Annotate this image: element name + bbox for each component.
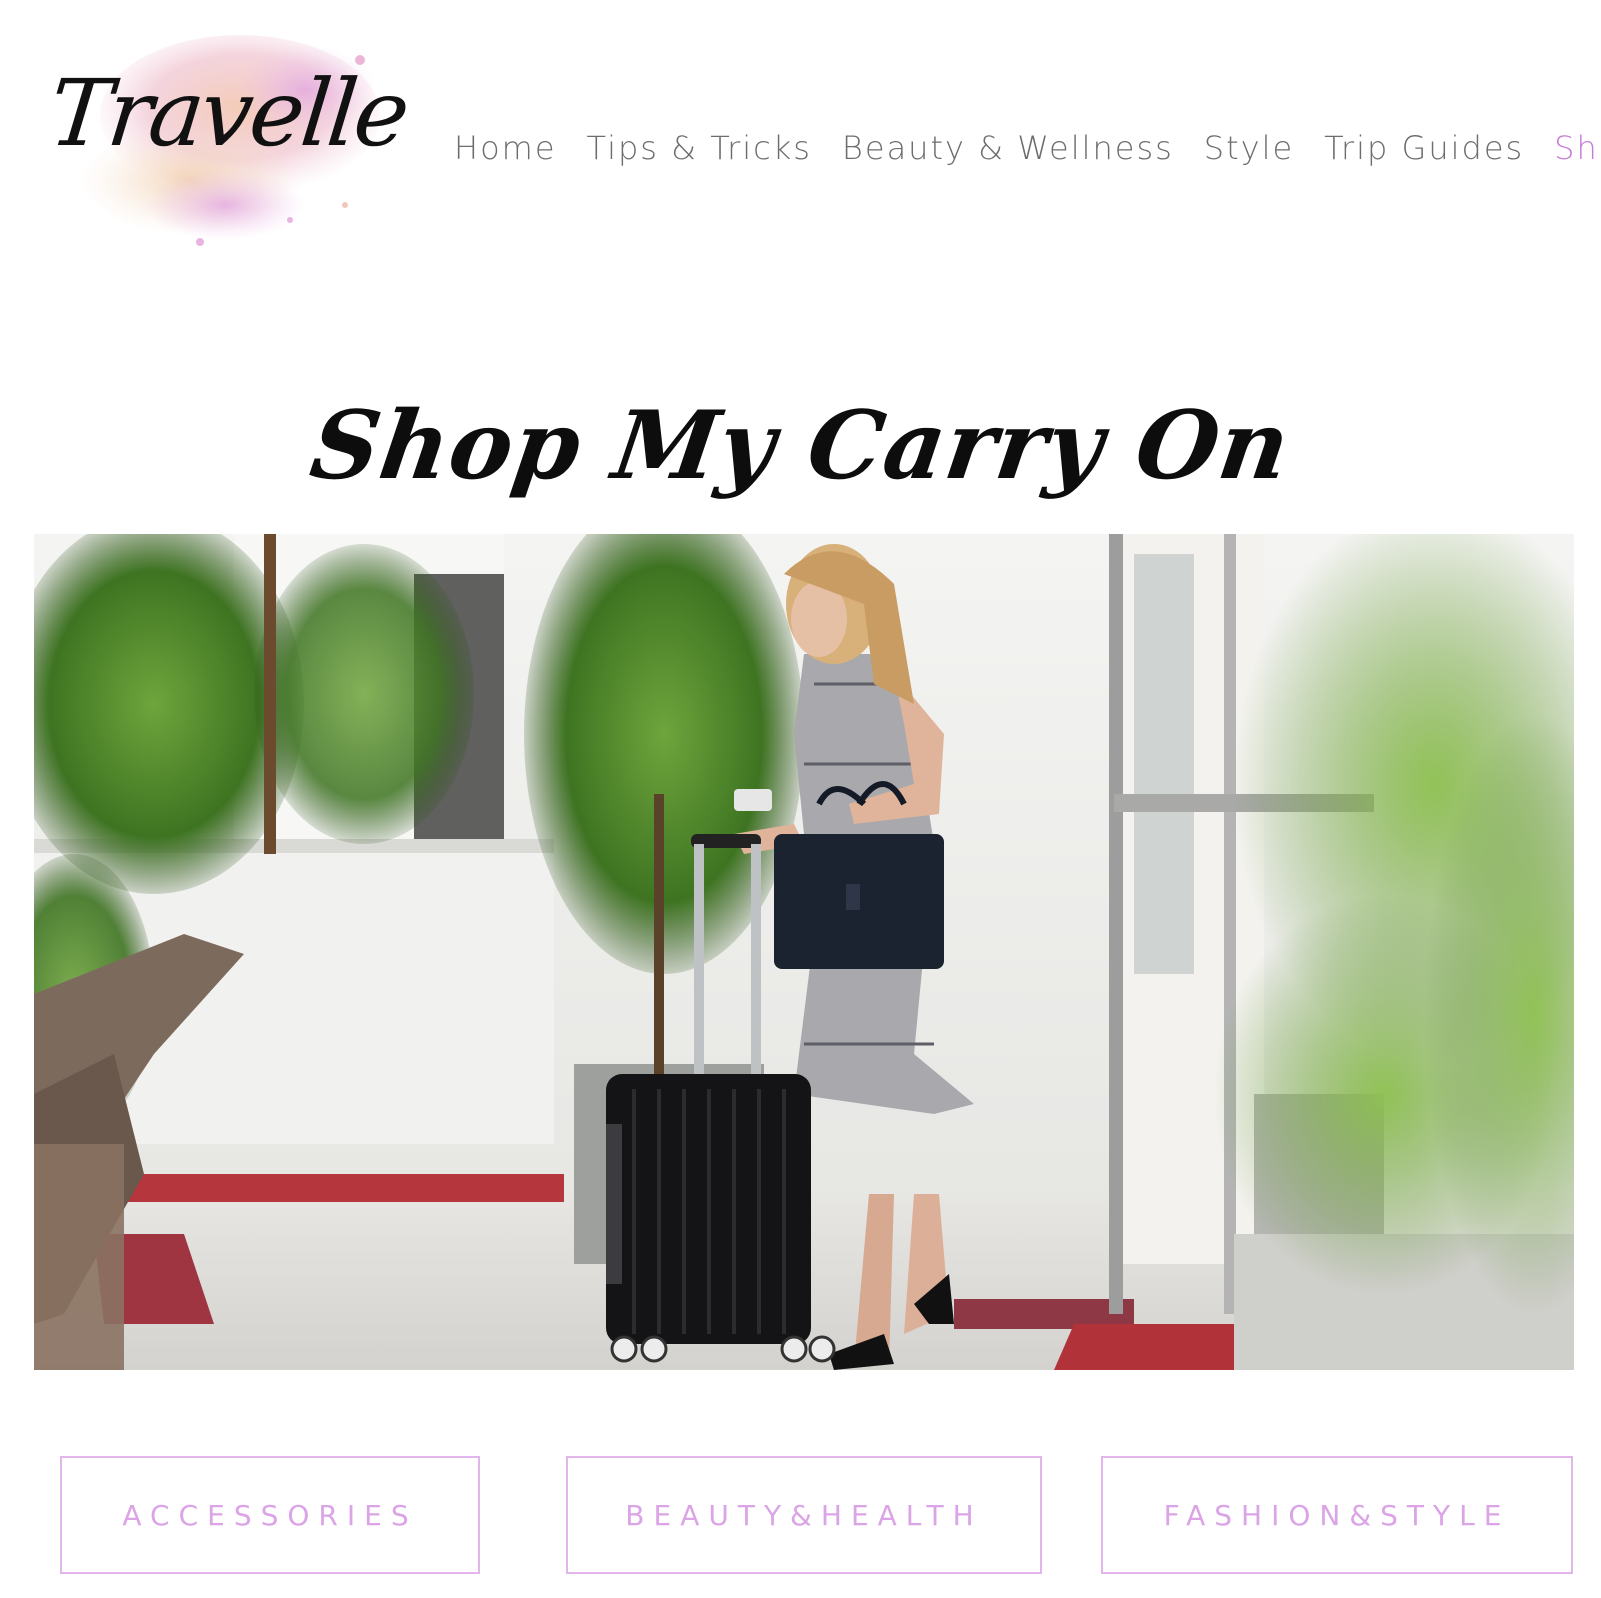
page-title: Shop My Carry On (304, 390, 1297, 501)
category-button-accessories[interactable]: ACCESSORIES (60, 1456, 480, 1574)
nav-item-shop[interactable]: Shop (1554, 122, 1601, 174)
category-button-fashion-style[interactable]: FASHION&STYLE (1101, 1456, 1573, 1574)
nav-item-style[interactable]: Style (1204, 122, 1294, 174)
nav-item-tips-tricks[interactable]: Tips & Tricks (587, 122, 812, 174)
hero-photo-woman-with-luggage (34, 534, 1574, 1370)
category-button-beauty-health[interactable]: BEAUTY&HEALTH (566, 1456, 1042, 1574)
hero-image (34, 534, 1574, 1370)
nav-item-trip-guides[interactable]: Trip Guides (1324, 122, 1524, 174)
nav-item-beauty-wellness[interactable]: Beauty & Wellness (842, 122, 1174, 174)
logo-wordmark: Travelle (44, 60, 412, 167)
main-nav: Home Tips & Tricks Beauty & Wellness Sty… (454, 122, 1601, 174)
site-logo[interactable]: Travelle (40, 20, 412, 250)
nav-item-home[interactable]: Home (454, 122, 557, 174)
site-header: Travelle Home Tips & Tricks Beauty & Wel… (0, 0, 1601, 270)
